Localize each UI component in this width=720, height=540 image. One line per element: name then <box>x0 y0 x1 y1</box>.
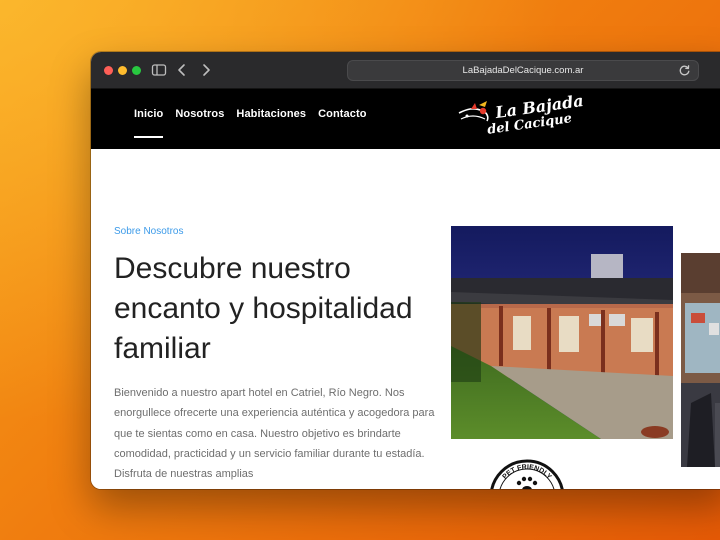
nav-item-habitaciones[interactable]: Habitaciones <box>236 89 306 149</box>
main-navigation: Inicio Nosotros Habitaciones Contacto <box>134 89 379 149</box>
minimize-window-button[interactable] <box>118 66 127 75</box>
reload-icon[interactable] <box>678 64 691 77</box>
forward-arrow-icon[interactable] <box>199 61 213 79</box>
nav-item-nosotros[interactable]: Nosotros <box>175 89 224 149</box>
zoom-window-button[interactable] <box>132 66 141 75</box>
hotel-exterior-illustration <box>451 226 673 439</box>
section-body-text: Bienvenido a nuestro apart hotel en Catr… <box>114 387 435 481</box>
browser-toolbar: LaBajadaDelCacique.com.ar <box>91 52 720 89</box>
sidebar-toggle-icon[interactable] <box>151 61 167 79</box>
site-header: Inicio Nosotros Habitaciones Contacto La… <box>91 89 720 149</box>
hotel-exterior-photo <box>451 226 673 439</box>
address-bar[interactable]: LaBajadaDelCacique.com.ar <box>347 60 699 81</box>
site-logo[interactable]: La Bajada del Cacique <box>457 91 585 143</box>
address-bar-url: LaBajadaDelCacique.com.ar <box>462 65 584 76</box>
interior-illustration <box>681 253 720 467</box>
pet-friendly-badge-icon: PET FRIENDLY <box>490 459 564 489</box>
section-headline: Descubre nuestro encanto y hospitalidad … <box>114 252 413 365</box>
browser-window: LaBajadaDelCacique.com.ar Inicio Nosotro… <box>91 52 720 489</box>
back-arrow-icon[interactable] <box>175 61 189 79</box>
section-eyebrow: Sobre Nosotros <box>114 226 184 237</box>
about-section: Sobre Nosotros Descubre nuestro encanto … <box>91 149 720 489</box>
nav-item-inicio[interactable]: Inicio <box>134 89 164 149</box>
nav-item-contacto[interactable]: Contacto <box>318 89 366 149</box>
close-window-button[interactable] <box>104 66 113 75</box>
interior-photo <box>681 253 720 467</box>
